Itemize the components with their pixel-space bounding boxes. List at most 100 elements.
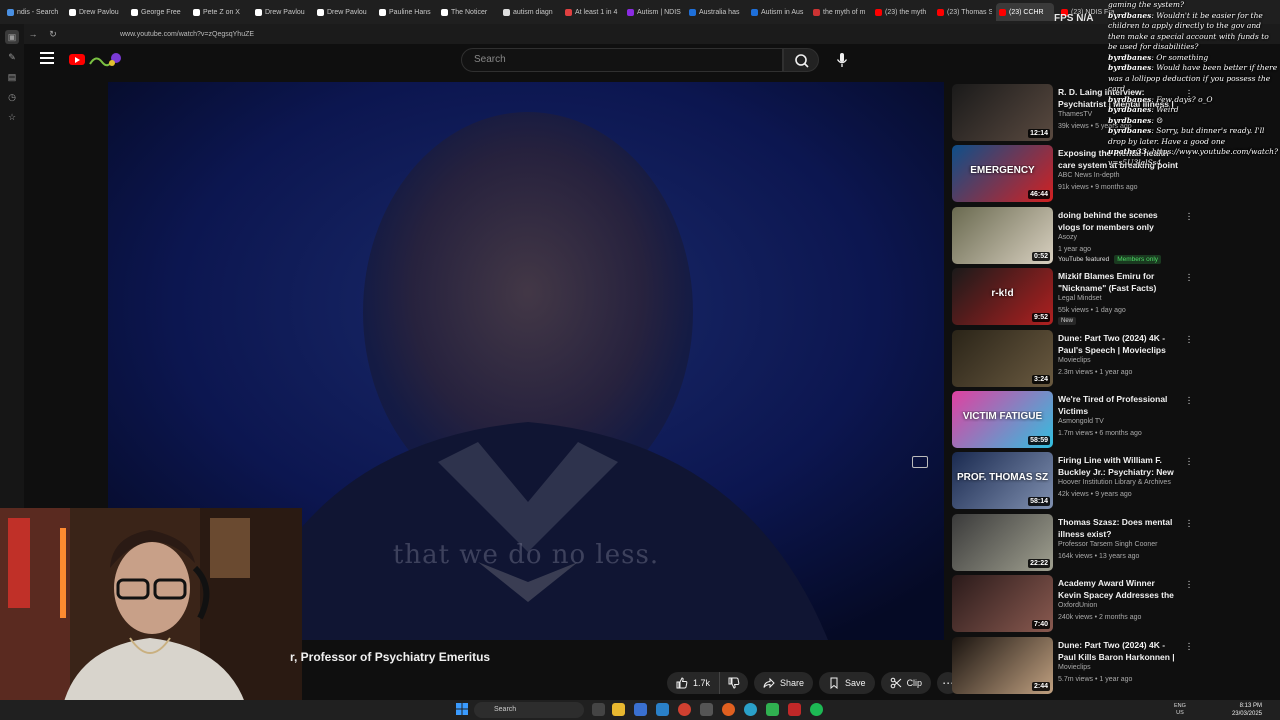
recommendation-title[interactable]: Dune: Part Two (2024) 4K - Paul Kills Ba… — [1058, 639, 1178, 663]
browser-tab[interactable]: Drew Pavlou — [66, 3, 124, 21]
more-vertical-icon[interactable]: · · · — [1186, 515, 1192, 531]
taskbar-search[interactable]: Search — [474, 702, 584, 718]
recommendation-item[interactable]: 0:52 doing behind the scenes vlogs for me… — [952, 206, 1192, 268]
browser-tab[interactable]: Pauline Hans — [376, 3, 434, 21]
mail-icon[interactable] — [634, 703, 647, 716]
video-thumbnail[interactable]: 7:40 — [952, 575, 1053, 633]
clock-date: 23/03/2025 — [1231, 711, 1262, 717]
dislike-button[interactable] — [720, 672, 749, 694]
favorites-icon[interactable]: ☆ — [5, 110, 19, 124]
more-vertical-icon[interactable]: · · · — [1186, 577, 1192, 593]
browser-tab[interactable]: autism diagn — [500, 3, 558, 21]
browser-tab[interactable]: (23) Thomas S — [934, 3, 992, 21]
recommendation-title[interactable]: We're Tired of Professional Victims — [1058, 393, 1178, 417]
channel-name[interactable]: Hoover Institution Library & Archives — [1058, 479, 1171, 486]
video-thumbnail[interactable]: VICTIM FATIGUE 58:59 — [952, 390, 1053, 448]
region-code: US — [1176, 710, 1184, 716]
search-button[interactable] — [783, 48, 819, 72]
channel-name[interactable]: Professor Tarsem Singh Cooner — [1058, 541, 1157, 548]
tab-label: Drew Pavlou — [79, 8, 119, 16]
video-thumbnail[interactable]: 12:14 — [952, 84, 1053, 141]
browser-tab[interactable]: Australia has — [686, 3, 744, 21]
video-thumbnail[interactable]: 0:52 — [952, 206, 1053, 264]
video-thumbnail[interactable]: r-k!d 9:52 — [952, 268, 1053, 326]
channel-name[interactable]: ThamesTV — [1058, 111, 1092, 118]
photos-icon[interactable] — [656, 703, 669, 716]
browser-tab[interactable]: Drew Pavlou — [314, 3, 372, 21]
windows-start-icon[interactable] — [456, 703, 468, 715]
recommendation-title[interactable]: Academy Award Winner Kevin Spacey Addres… — [1058, 577, 1178, 601]
pin-icon[interactable]: ✎ — [5, 50, 19, 64]
channel-name[interactable]: Movieclips — [1058, 357, 1091, 364]
video-thumbnail[interactable]: 3:24 — [952, 329, 1053, 387]
like-button[interactable]: 1.7k — [667, 672, 721, 694]
browser-tab[interactable]: the myth of m — [810, 3, 868, 21]
channel-name[interactable]: OxfordUnion — [1058, 602, 1097, 609]
reload-icon[interactable]: ↻ — [46, 29, 60, 40]
video-title: r, Professor of Psychiatry Emeritus — [290, 650, 491, 664]
more-vertical-icon[interactable]: · · · — [1186, 392, 1192, 408]
history-icon[interactable]: ◷ — [5, 90, 19, 104]
browser-tab[interactable]: The Noticer — [438, 3, 496, 21]
clip-button[interactable]: Clip — [880, 672, 932, 694]
video-thumbnail[interactable]: EMERGENCY 46:44 — [952, 145, 1053, 203]
chat-username: byrdbanes — [1108, 126, 1152, 135]
search-input[interactable]: Search — [461, 48, 783, 72]
url-field[interactable]: www.youtube.com/watch?v=zQegsqYhuZE — [120, 31, 254, 38]
system-clock[interactable]: 8:13 PM 23/03/2025 — [1228, 702, 1262, 718]
browser-tab[interactable]: At least 1 in 4 — [562, 3, 620, 21]
voice-search-button[interactable] — [830, 48, 854, 72]
browser-tab[interactable]: Drew Pavlou — [252, 3, 310, 21]
channel-name[interactable]: Asmongold TV — [1058, 418, 1104, 425]
browser-tab[interactable]: (23) the myth — [872, 3, 930, 21]
browser-tab[interactable]: (23) CCHR — [996, 3, 1054, 21]
recommendation-title[interactable]: Thomas Szasz: Does mental illness exist? — [1058, 516, 1178, 540]
hamburger-menu-icon[interactable] — [40, 52, 54, 66]
tab-favicon-icon — [441, 8, 448, 16]
video-thumbnail[interactable]: 22:22 — [952, 513, 1053, 571]
channel-name[interactable]: Asozy — [1058, 234, 1077, 241]
file-explorer-icon[interactable] — [612, 703, 625, 716]
messenger-icon[interactable] — [766, 703, 779, 716]
more-vertical-icon[interactable]: · · · — [1186, 270, 1192, 286]
language-indicator[interactable]: ENG US — [1174, 703, 1186, 717]
browser-tab[interactable]: George Free — [128, 3, 186, 21]
forward-arrow-icon[interactable]: → — [26, 29, 40, 39]
tabs-icon[interactable]: ▣ — [5, 30, 19, 44]
browser-tab[interactable]: ndis - Search — [4, 3, 62, 21]
more-vertical-icon[interactable]: · · · — [1186, 638, 1192, 654]
media-app-icon[interactable] — [788, 703, 801, 716]
browser-tab[interactable]: Pete Z on X — [190, 3, 248, 21]
collections-icon[interactable]: ▤ — [5, 70, 19, 84]
recommendation-item[interactable]: PROF. THOMAS SZ 58:14 Firing Line with Wil… — [952, 452, 1192, 513]
task-view-icon[interactable] — [592, 703, 605, 716]
firefox-icon[interactable] — [722, 703, 735, 716]
more-vertical-icon[interactable]: · · · — [1186, 454, 1192, 470]
recommendation-title[interactable]: Dune: Part Two (2024) 4K - Paul's Speech… — [1058, 332, 1178, 356]
save-button[interactable]: Save — [819, 672, 875, 694]
recommendation-item[interactable]: 3:24 Dune: Part Two (2024) 4K - Paul's Sp… — [952, 329, 1192, 391]
video-thumbnail[interactable]: PROF. THOMAS SZ 58:14 — [952, 452, 1053, 510]
recommendation-item[interactable]: 22:22 Thomas Szasz: Does mental illness e… — [952, 513, 1192, 575]
spotify-icon[interactable] — [810, 703, 823, 716]
browser-tab[interactable]: Autism | NDIS — [624, 3, 682, 21]
recommendation-item[interactable]: r-k!d 9:52 Mizkif Blames Emiru for "Nickna… — [952, 268, 1192, 329]
browser-tab[interactable]: Autism in Aus — [748, 3, 806, 21]
chat-overlay: gaming the system? byrdbanes: Wouldn't it… — [1108, 0, 1280, 215]
youtube-logo[interactable] — [69, 54, 85, 65]
chrome-icon[interactable] — [678, 703, 691, 716]
edge-icon[interactable] — [744, 703, 757, 716]
channel-name[interactable]: Legal Mindset — [1058, 295, 1102, 302]
miniplayer-icon[interactable] — [912, 456, 928, 468]
recommendation-title[interactable]: Firing Line with William F. Buckley Jr.:… — [1058, 454, 1178, 478]
video-thumbnail[interactable]: 2:44 — [952, 636, 1053, 694]
recommendation-item[interactable]: 2:44 Dune: Part Two (2024) 4K - Paul Kill… — [952, 636, 1192, 698]
share-button[interactable]: Share — [754, 672, 814, 694]
recommendation-item[interactable]: VICTIM FATIGUE 58:59 We're Tired of Profes… — [952, 390, 1192, 452]
app-icon[interactable] — [700, 703, 713, 716]
channel-name[interactable]: Movieclips — [1058, 664, 1091, 671]
tab-favicon-icon — [503, 8, 510, 16]
recommendation-title[interactable]: Mizkif Blames Emiru for "Nickname" (Fast… — [1058, 270, 1178, 294]
recommendation-item[interactable]: 7:40 Academy Award Winner Kevin Spacey Ad… — [952, 575, 1192, 636]
more-vertical-icon[interactable]: · · · — [1186, 331, 1192, 347]
